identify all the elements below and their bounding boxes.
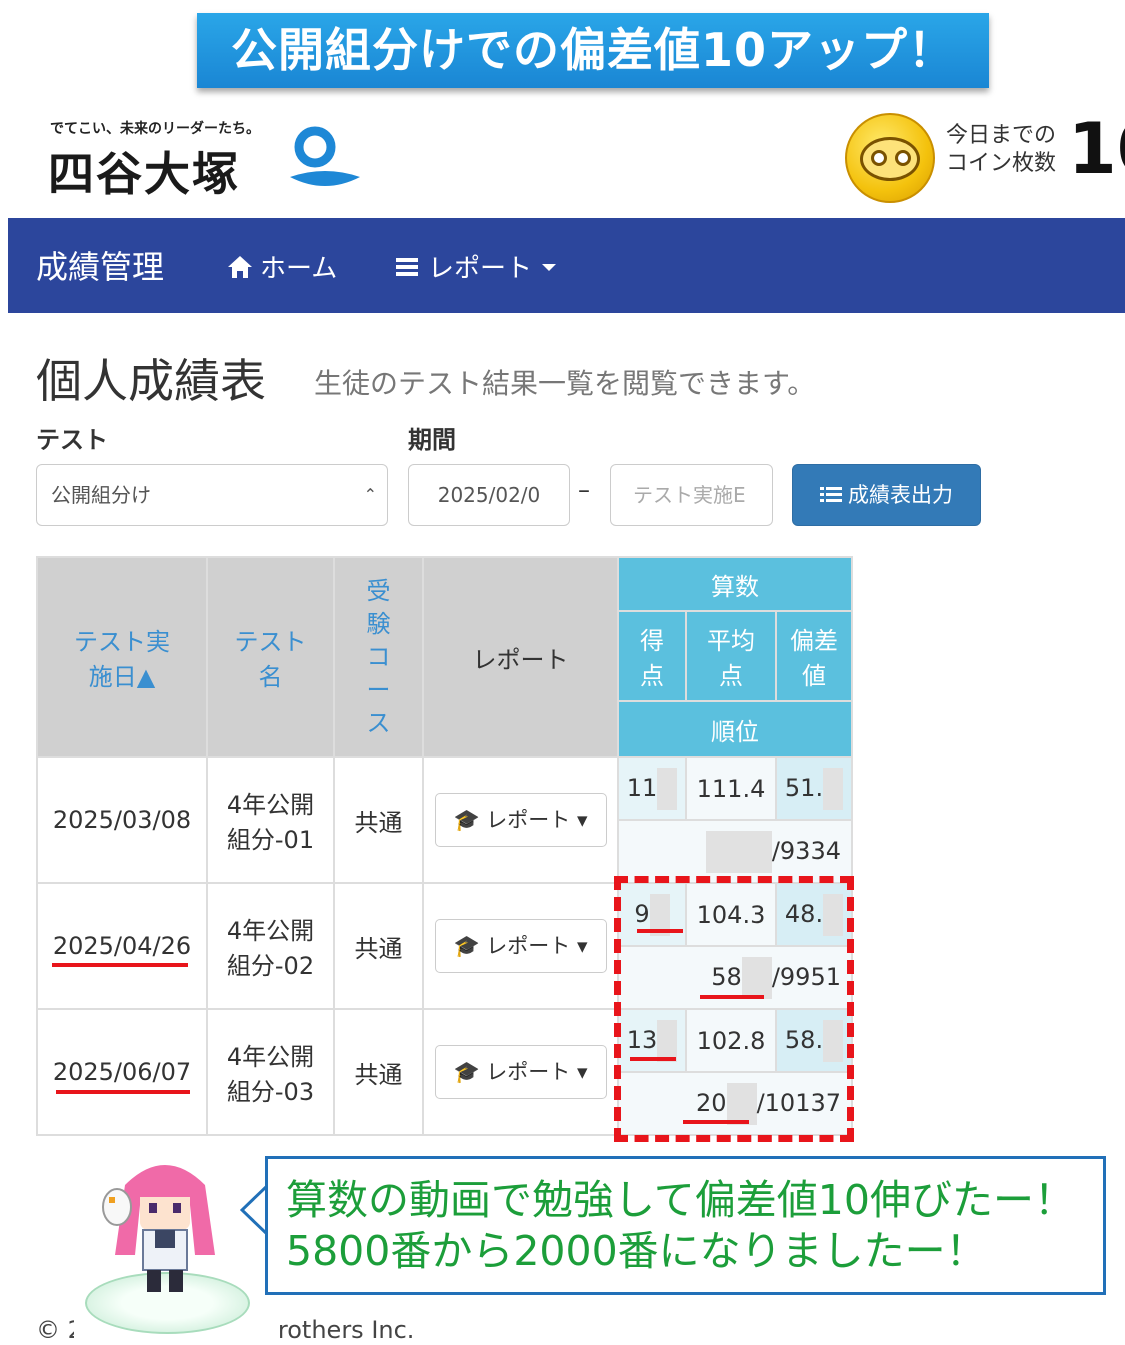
table-row-date: 2025/06/07 — [36, 1008, 208, 1136]
table-row-test-name: 4年公開 組分-01 — [206, 756, 335, 884]
deviation-header: 偏差値 — [775, 610, 853, 702]
rank-underline — [683, 1120, 749, 1124]
brand-tagline: でてこい、未来のリーダーたち。 — [50, 121, 260, 137]
table-row-course: 共通 — [333, 756, 424, 884]
report-dropdown-button[interactable]: 🎓 レポート ▾ — [434, 793, 607, 847]
speech-bubble: 算数の動画で勉強して偏差値10伸びたー！ 5800番から2000番になりましたー… — [265, 1156, 1106, 1295]
table-row-report-cell: 🎓 レポート ▾ — [422, 756, 619, 884]
highlight-box — [614, 876, 854, 1142]
score-header: 得点 — [617, 610, 687, 702]
brand-mark-icon — [290, 126, 360, 186]
date-underline — [56, 1090, 190, 1094]
score-underline — [630, 1057, 676, 1061]
nav-report-label: レポート — [428, 254, 533, 284]
home-icon — [228, 255, 252, 278]
rank-header: 順位 — [617, 700, 853, 758]
table-row-score: 11 — [617, 756, 687, 821]
start-date-input[interactable]: 2025/02/0 — [408, 464, 570, 526]
date-underline — [52, 963, 188, 967]
page-title: 個人成績表 — [36, 354, 266, 408]
report-header: レポート — [422, 556, 619, 758]
select-arrows-icon: ⌃ — [363, 485, 377, 504]
table-row-test-name: 4年公開 組分-02 — [206, 882, 335, 1010]
table-row-rank: /9334 — [617, 819, 853, 884]
table-row-report-cell: 🎓 レポート ▾ — [422, 882, 619, 1010]
coin-count: 10 — [1068, 108, 1125, 190]
table-row-date: 2025/04/26 — [36, 882, 208, 1010]
test-name-header[interactable]: テスト名 — [206, 556, 335, 758]
report-dropdown-button[interactable]: 🎓 レポート ▾ — [434, 919, 607, 973]
nav-brand[interactable]: 成績管理 — [36, 242, 164, 288]
table-row-test-name: 4年公開 組分-03 — [206, 1008, 335, 1136]
page-description: 生徒のテスト結果一覧を閲覧できます。 — [314, 367, 816, 400]
speech-line-1: 算数の動画で勉強して偏差値10伸びたー！ — [286, 1176, 1075, 1224]
rank-underline — [700, 995, 764, 999]
speech-line-2: 5800番から2000番になりましたー！ — [286, 1227, 987, 1275]
list-icon — [820, 487, 842, 502]
score-underline — [637, 929, 683, 933]
coin-icon — [845, 113, 935, 203]
table-row-deviation: 51. — [775, 756, 853, 821]
report-dropdown-button[interactable]: 🎓 レポート ▾ — [434, 1045, 607, 1099]
caret-down-icon — [542, 263, 557, 271]
date-separator: – — [578, 476, 590, 504]
menu-icon — [396, 257, 418, 276]
date-header[interactable]: テスト実 施日▲ — [36, 556, 208, 758]
table-row-course: 共通 — [333, 882, 424, 1010]
subject-header: 算数 — [617, 556, 853, 612]
character-avatar-icon — [102, 1165, 215, 1292]
navbar: 成績管理 ホーム レポート — [8, 218, 1125, 313]
period-label: 期間 — [408, 426, 456, 454]
brand-logo[interactable]: 四谷大塚 — [48, 138, 240, 204]
export-report-button[interactable]: 成績表出力 — [792, 464, 981, 526]
coin-label: 今日までの コイン枚数 — [946, 123, 1057, 176]
course-header[interactable]: 受験コース — [333, 556, 424, 758]
promo-banner: 公開組分けでの偏差値10アップ！ — [197, 13, 989, 88]
table-row-course: 共通 — [333, 1008, 424, 1136]
test-label: テスト — [36, 426, 108, 454]
test-select[interactable]: 公開組分け ⌃ — [36, 464, 388, 526]
nav-report-dropdown[interactable]: レポート — [396, 248, 557, 285]
nav-home-link[interactable]: ホーム — [226, 248, 337, 285]
end-date-input[interactable]: テスト実施E — [610, 464, 773, 526]
table-row-date: 2025/03/08 — [36, 756, 208, 884]
table-row-average: 111.4 — [685, 756, 777, 821]
nav-home-label: ホーム — [260, 254, 338, 284]
average-header: 平均点 — [685, 610, 777, 702]
table-row-report-cell: 🎓 レポート ▾ — [422, 1008, 619, 1136]
